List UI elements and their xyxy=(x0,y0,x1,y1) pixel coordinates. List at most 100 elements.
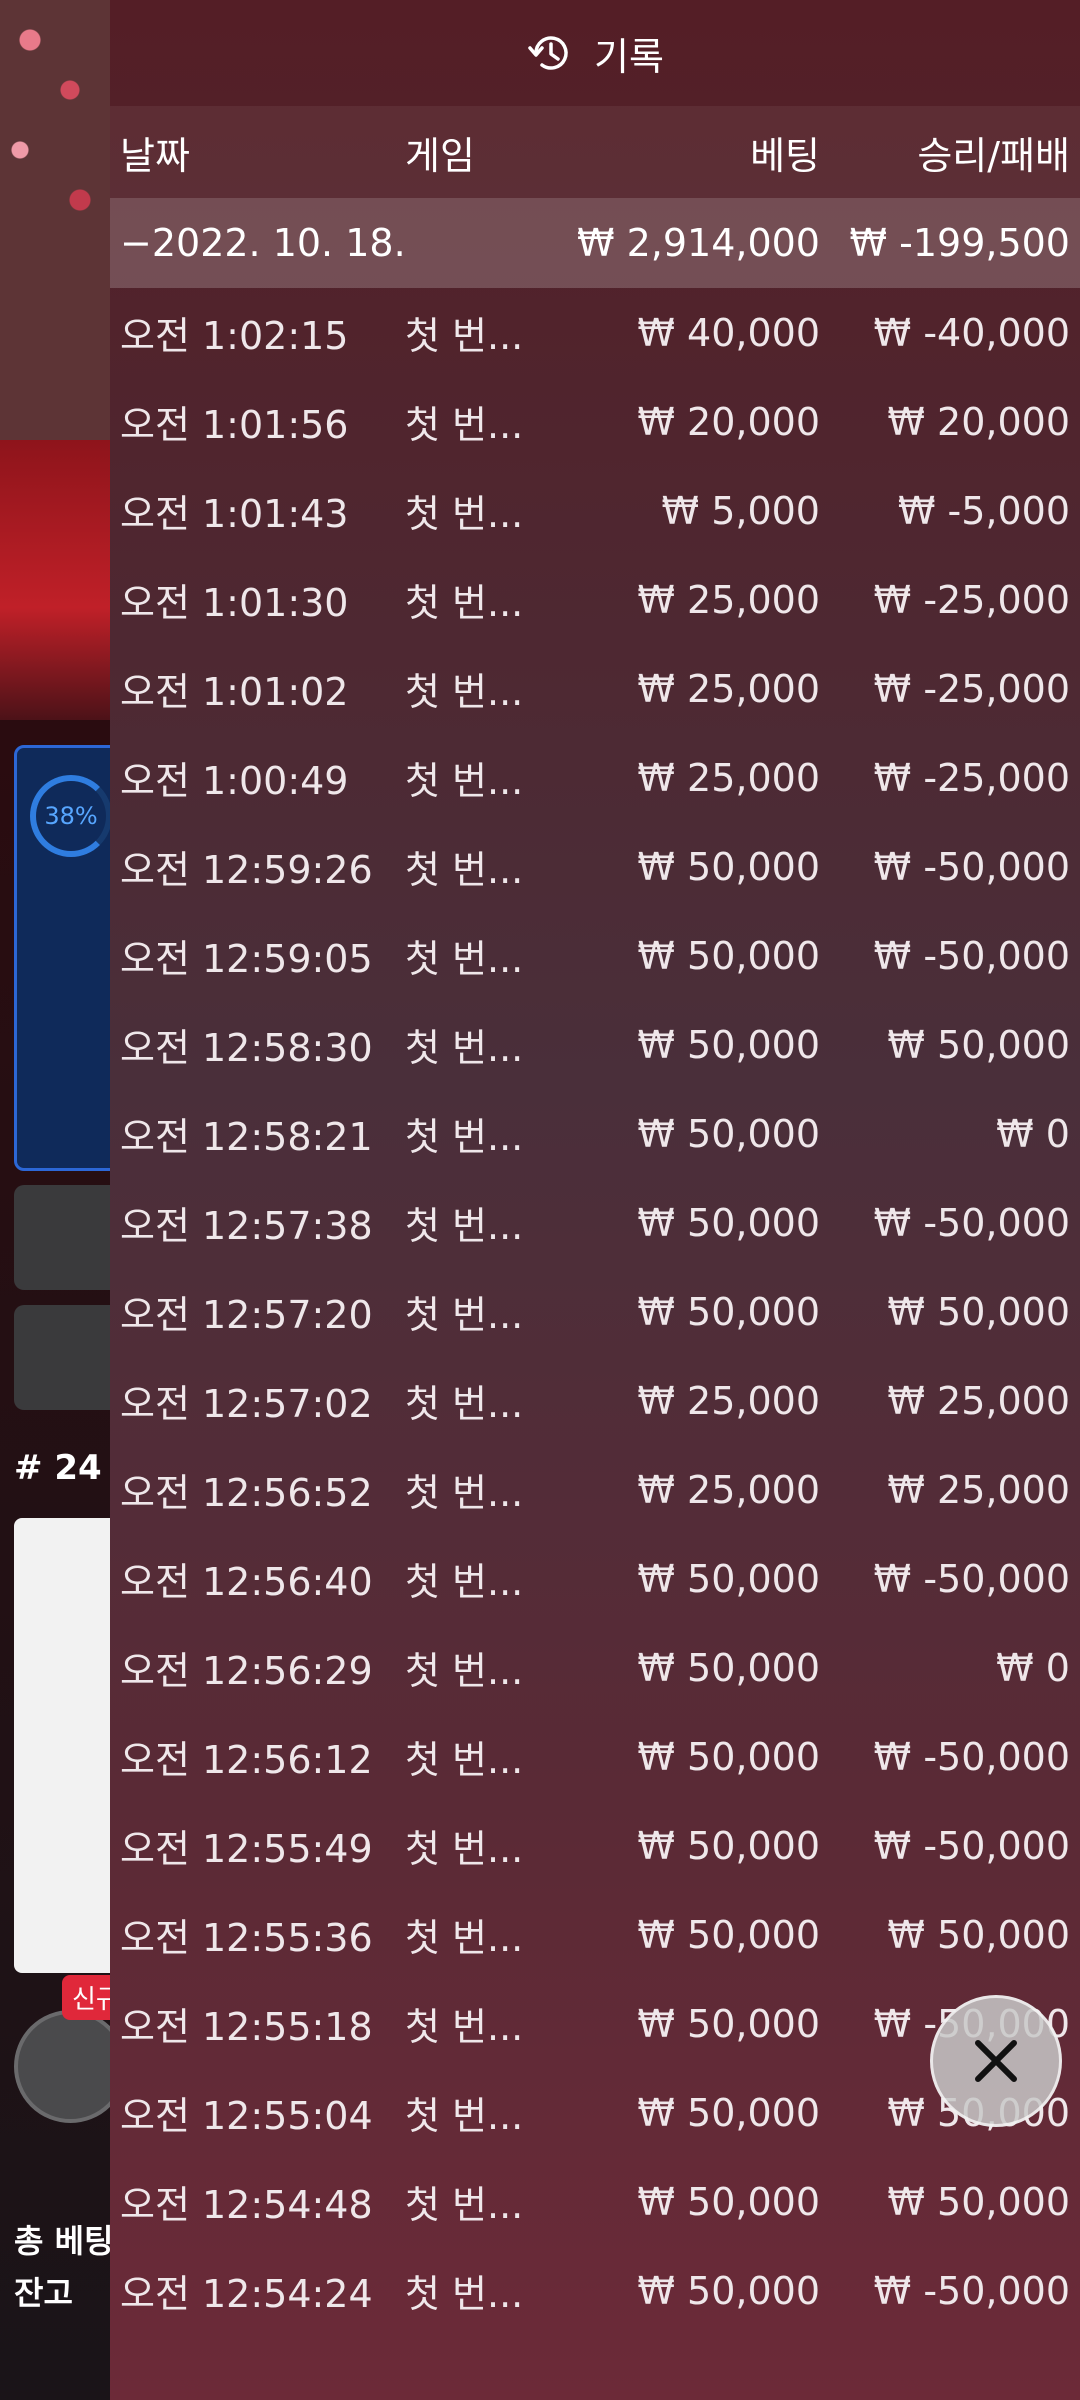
history-row[interactable]: 오전 12:56:40 첫 번... ₩ 50,000 ₩ -50,000 xyxy=(110,1534,1080,1623)
row-game: 첫 번... xyxy=(405,2183,524,2227)
row-time: 오전 1:01:56 xyxy=(120,403,349,447)
history-row[interactable]: 오전 12:54:48 첫 번... ₩ 50,000 ₩ 50,000 xyxy=(110,2157,1080,2246)
history-title: 기록 xyxy=(594,34,664,79)
row-game: 첫 번... xyxy=(405,1204,524,1248)
history-rows: 오전 1:02:15 첫 번... ₩ 40,000 ₩ -40,000 오전 1:01… xyxy=(110,288,1080,2335)
row-game: 첫 번... xyxy=(405,670,524,714)
row-game: 첫 번... xyxy=(405,403,524,447)
history-row[interactable]: 오전 12:58:21 첫 번... ₩ 50,000 ₩ 0 xyxy=(110,1089,1080,1178)
history-row[interactable]: 오전 12:57:20 첫 번... ₩ 50,000 ₩ 50,000 xyxy=(110,1267,1080,1356)
date-group-row[interactable]: −2022. 10. 18. ₩ 2,914,000 ₩ -199,500 xyxy=(110,198,1080,288)
row-game: 첫 번... xyxy=(405,1560,524,1604)
row-bet: ₩ 5,000 xyxy=(661,488,820,533)
row-time: 오전 12:54:48 xyxy=(120,2183,373,2227)
row-time: 오전 12:55:18 xyxy=(120,2005,373,2049)
row-bet: ₩ 25,000 xyxy=(637,666,820,711)
history-row[interactable]: 오전 1:01:02 첫 번... ₩ 25,000 ₩ -25,000 xyxy=(110,644,1080,733)
row-game: 첫 번... xyxy=(405,2005,524,2049)
row-bet: ₩ 25,000 xyxy=(637,755,820,800)
row-winloss: ₩ -25,000 xyxy=(873,666,1070,711)
history-icon xyxy=(526,28,576,78)
background-button-1[interactable] xyxy=(14,1185,124,1290)
row-winloss: ₩ -50,000 xyxy=(873,1200,1070,1245)
row-bet: ₩ 50,000 xyxy=(637,1734,820,1779)
history-row[interactable]: 오전 12:58:30 첫 번... ₩ 50,000 ₩ 50,000 xyxy=(110,1000,1080,1089)
row-bet: ₩ 25,000 xyxy=(637,577,820,622)
row-game: 첫 번... xyxy=(405,1382,524,1426)
row-bet: ₩ 40,000 xyxy=(637,310,820,355)
row-bet: ₩ 25,000 xyxy=(637,1378,820,1423)
row-time: 오전 12:54:24 xyxy=(120,2272,373,2316)
balance-label: 잔고 xyxy=(14,2274,73,2312)
column-winloss: 승리/패배 xyxy=(917,133,1070,178)
row-game: 첫 번... xyxy=(405,1115,524,1159)
background-progress: 38% xyxy=(30,775,112,857)
history-column-headers: 날짜 게임 베팅 승리/패배 xyxy=(110,106,1080,198)
row-time: 오전 12:55:04 xyxy=(120,2094,373,2138)
history-row[interactable]: 오전 12:56:52 첫 번... ₩ 25,000 ₩ 25,000 xyxy=(110,1445,1080,1534)
row-game: 첫 번... xyxy=(405,1738,524,1782)
row-time: 오전 12:57:20 xyxy=(120,1293,373,1337)
background-button-2[interactable] xyxy=(14,1305,124,1410)
row-bet: ₩ 50,000 xyxy=(637,2268,820,2313)
row-time: 오전 12:56:40 xyxy=(120,1560,373,1604)
row-bet: ₩ 50,000 xyxy=(637,1823,820,1868)
row-game: 첫 번... xyxy=(405,1827,524,1871)
history-row[interactable]: 오전 1:01:30 첫 번... ₩ 25,000 ₩ -25,000 xyxy=(110,555,1080,644)
history-row[interactable]: 오전 12:56:29 첫 번... ₩ 50,000 ₩ 0 xyxy=(110,1623,1080,1712)
row-time: 오전 12:58:21 xyxy=(120,1115,373,1159)
history-row[interactable]: 오전 1:01:56 첫 번... ₩ 20,000 ₩ 20,000 xyxy=(110,377,1080,466)
row-winloss: ₩ 50,000 xyxy=(887,1022,1070,1067)
row-bet: ₩ 50,000 xyxy=(637,1912,820,1957)
row-winloss: ₩ -40,000 xyxy=(873,310,1070,355)
group-date: −2022. 10. 18. xyxy=(120,221,406,265)
row-winloss: ₩ 0 xyxy=(996,1111,1070,1156)
column-game: 게임 xyxy=(405,133,475,178)
row-winloss: ₩ -50,000 xyxy=(873,2268,1070,2313)
row-game: 첫 번... xyxy=(405,1649,524,1693)
history-row[interactable]: 오전 12:55:49 첫 번... ₩ 50,000 ₩ -50,000 xyxy=(110,1801,1080,1890)
row-game: 첫 번... xyxy=(405,1471,524,1515)
row-winloss: ₩ -25,000 xyxy=(873,755,1070,800)
history-row[interactable]: 오전 12:57:02 첫 번... ₩ 25,000 ₩ 25,000 xyxy=(110,1356,1080,1445)
row-winloss: ₩ 50,000 xyxy=(887,2179,1070,2224)
history-row[interactable]: 오전 12:59:26 첫 번... ₩ 50,000 ₩ -50,000 xyxy=(110,822,1080,911)
close-button[interactable] xyxy=(930,1995,1062,2127)
row-winloss: ₩ 25,000 xyxy=(887,1467,1070,1512)
row-game: 첫 번... xyxy=(405,759,524,803)
row-time: 오전 1:01:30 xyxy=(120,581,349,625)
background-round-number: # 24 xyxy=(14,1448,102,1488)
history-row[interactable]: 오전 12:55:36 첫 번... ₩ 50,000 ₩ 50,000 xyxy=(110,1890,1080,1979)
history-row[interactable]: 오전 12:54:24 첫 번... ₩ 50,000 ₩ -50,000 xyxy=(110,2246,1080,2335)
row-game: 첫 번... xyxy=(405,2094,524,2138)
row-winloss: ₩ 20,000 xyxy=(887,399,1070,444)
row-bet: ₩ 50,000 xyxy=(637,1200,820,1245)
row-time: 오전 1:01:43 xyxy=(120,492,349,536)
history-row[interactable]: 오전 12:57:38 첫 번... ₩ 50,000 ₩ -50,000 xyxy=(110,1178,1080,1267)
row-winloss: ₩ -5,000 xyxy=(897,488,1070,533)
row-time: 오전 12:59:26 xyxy=(120,848,373,892)
row-game: 첫 번... xyxy=(405,937,524,981)
history-row[interactable]: 오전 1:00:49 첫 번... ₩ 25,000 ₩ -25,000 xyxy=(110,733,1080,822)
row-winloss: ₩ -25,000 xyxy=(873,577,1070,622)
row-time: 오전 12:56:12 xyxy=(120,1738,373,1782)
row-bet: ₩ 50,000 xyxy=(637,1111,820,1156)
row-bet: ₩ 50,000 xyxy=(637,844,820,889)
history-row[interactable]: 오전 1:01:43 첫 번... ₩ 5,000 ₩ -5,000 xyxy=(110,466,1080,555)
row-game: 첫 번... xyxy=(405,1026,524,1070)
row-bet: ₩ 50,000 xyxy=(637,1022,820,1067)
row-time: 오전 12:57:38 xyxy=(120,1204,373,1248)
row-winloss: ₩ 25,000 xyxy=(887,1378,1070,1423)
history-row[interactable]: 오전 12:56:12 첫 번... ₩ 50,000 ₩ -50,000 xyxy=(110,1712,1080,1801)
history-row[interactable]: 오전 1:02:15 첫 번... ₩ 40,000 ₩ -40,000 xyxy=(110,288,1080,377)
history-row[interactable]: 오전 12:59:05 첫 번... ₩ 50,000 ₩ -50,000 xyxy=(110,911,1080,1000)
row-bet: ₩ 20,000 xyxy=(637,399,820,444)
row-time: 오전 12:56:29 xyxy=(120,1649,373,1693)
group-total-winloss: ₩ -199,500 xyxy=(849,221,1070,265)
background-table xyxy=(0,440,110,720)
row-game: 첫 번... xyxy=(405,492,524,536)
row-winloss: ₩ -50,000 xyxy=(873,1734,1070,1779)
row-time: 오전 12:59:05 xyxy=(120,937,373,981)
row-bet: ₩ 50,000 xyxy=(637,1556,820,1601)
row-winloss: ₩ -50,000 xyxy=(873,1823,1070,1868)
